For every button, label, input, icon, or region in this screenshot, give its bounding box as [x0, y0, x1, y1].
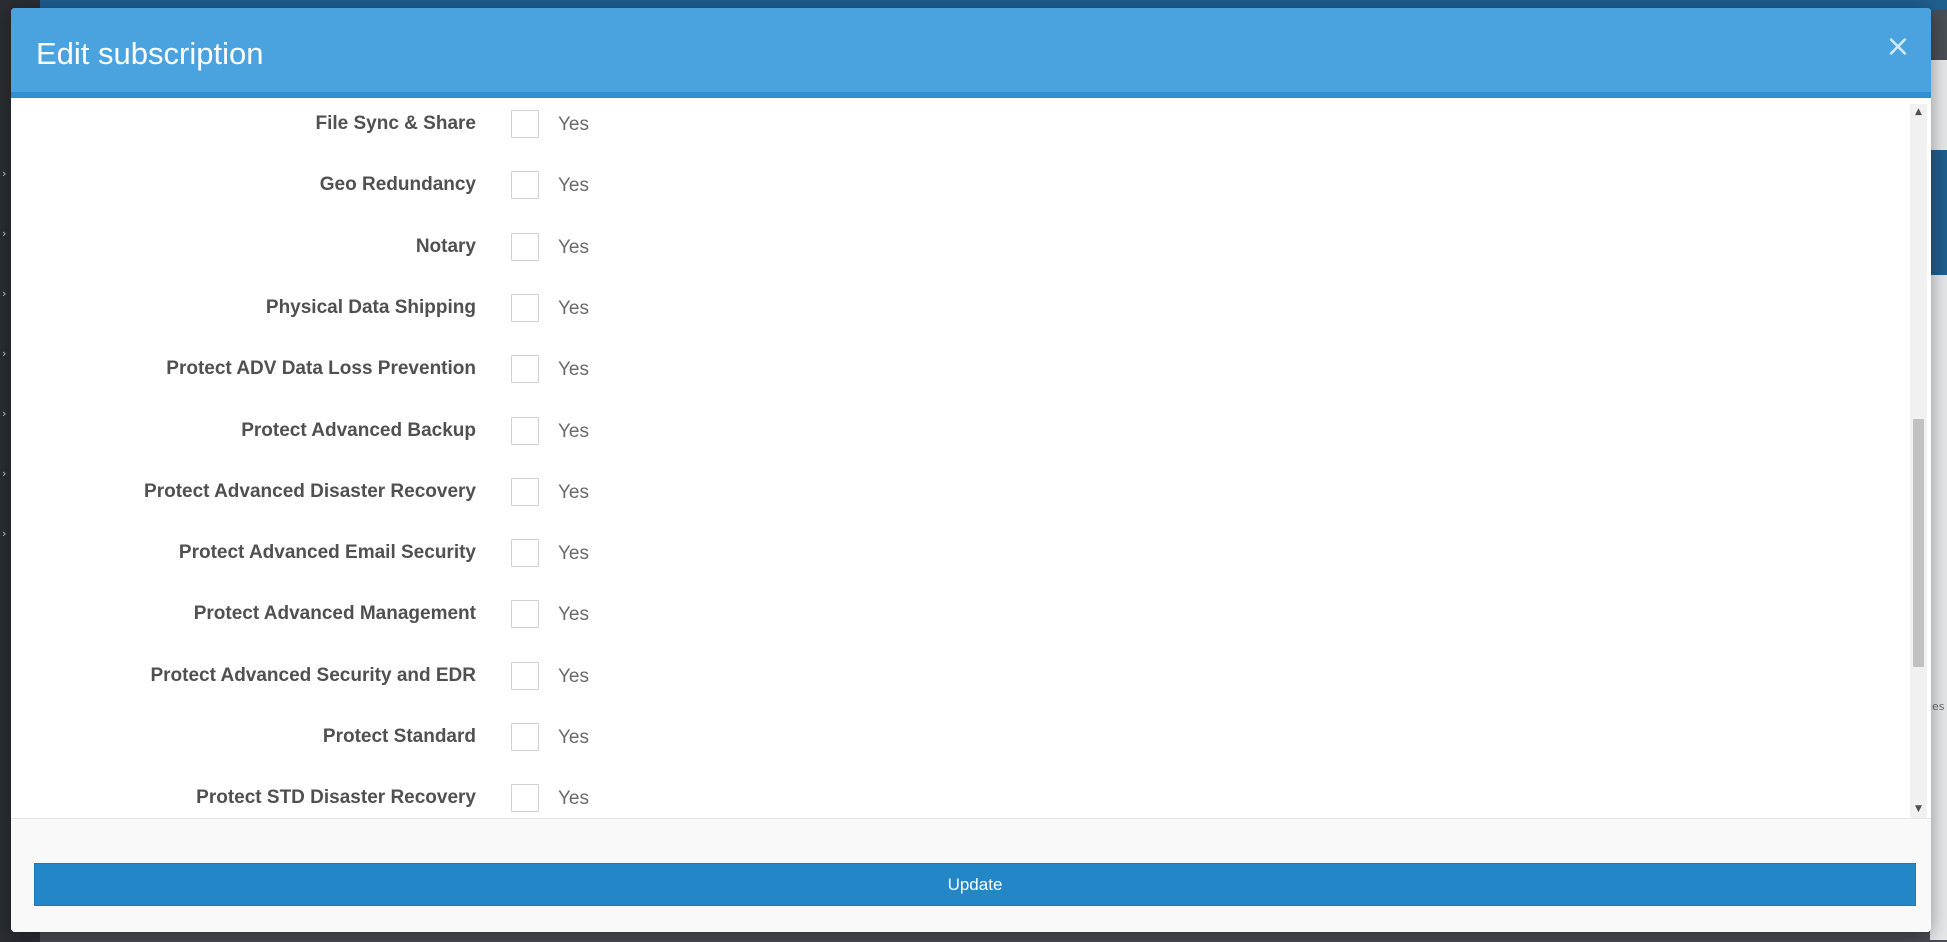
edit-subscription-modal: Edit subscription × File Sync & Share Yes… [11, 8, 1931, 932]
option-row: Protect Advanced Email Security Yes [11, 533, 1909, 573]
option-label: Protect Advanced Security and EDR [150, 664, 476, 686]
close-icon[interactable]: × [1883, 32, 1913, 62]
option-row: Physical Data Shipping Yes [11, 288, 1909, 328]
option-yes-label[interactable]: Yes [558, 604, 589, 626]
option-row: Protect STD Disaster Recovery Yes [11, 778, 1909, 818]
modal-title: Edit subscription [36, 36, 264, 71]
option-label: Protect Advanced Backup [241, 419, 476, 441]
option-label: Physical Data Shipping [265, 296, 476, 318]
option-label: Notary [415, 235, 476, 257]
option-checkbox[interactable] [511, 539, 539, 568]
option-label: Protect ADV Data Loss Prevention [166, 358, 476, 380]
option-row: Protect ADV Data Loss Prevention Yes [11, 349, 1909, 389]
scrollbar[interactable]: ▲ ▼ [1910, 104, 1927, 818]
option-checkbox[interactable] [511, 232, 539, 261]
update-button[interactable]: Update [34, 863, 1916, 906]
option-yes-label[interactable]: Yes [558, 114, 589, 136]
option-checkbox[interactable] [511, 600, 539, 629]
option-label: Protect Advanced Management [193, 603, 476, 625]
option-checkbox[interactable] [511, 723, 539, 751]
option-checkbox[interactable] [511, 171, 539, 200]
option-checkbox[interactable] [511, 355, 539, 384]
option-yes-label[interactable]: Yes [558, 175, 589, 197]
option-row: Protect Advanced Security and EDR Yes [11, 656, 1909, 696]
option-row: Protect Standard Yes [11, 717, 1909, 757]
option-row: Protect Advanced Management Yes [11, 594, 1909, 634]
option-label: Protect Advanced Disaster Recovery [144, 480, 476, 502]
option-yes-label[interactable]: Yes [558, 727, 589, 749]
option-yes-label[interactable]: Yes [558, 666, 589, 688]
option-row: Geo Redundancy Yes [11, 165, 1909, 205]
option-yes-label[interactable]: Yes [558, 788, 589, 810]
option-yes-label[interactable]: Yes [558, 359, 589, 381]
modal-header: Edit subscription × [11, 8, 1931, 98]
background-partial-text: es [1932, 700, 1945, 713]
option-checkbox[interactable] [511, 293, 539, 322]
option-checkbox[interactable] [511, 416, 539, 445]
option-checkbox[interactable] [511, 110, 539, 138]
option-label: Protect Standard [322, 726, 476, 747]
option-checkbox[interactable] [511, 784, 539, 813]
option-row: Notary Yes [11, 227, 1909, 267]
option-row: File Sync & Share Yes [11, 104, 1909, 144]
option-label: Protect Advanced Email Security [178, 542, 476, 564]
scroll-up-icon[interactable]: ▲ [1910, 104, 1927, 121]
scrollbar-thumb[interactable] [1913, 419, 1924, 667]
background-panel-accent [1930, 150, 1947, 275]
option-yes-label[interactable]: Yes [558, 543, 589, 565]
modal-body[interactable]: File Sync & Share Yes Geo Redundancy Yes Not… [11, 104, 1931, 824]
option-yes-label[interactable]: Yes [558, 482, 589, 504]
option-checkbox[interactable] [511, 477, 539, 506]
option-label: File Sync & Share [315, 113, 476, 134]
option-checkbox[interactable] [511, 661, 539, 690]
option-yes-label[interactable]: Yes [558, 237, 589, 259]
option-label: Protect STD Disaster Recovery [196, 787, 476, 809]
option-row: Protect Advanced Backup Yes [11, 411, 1909, 451]
scroll-down-icon[interactable]: ▼ [1910, 801, 1927, 818]
modal-footer: Update [11, 818, 1931, 932]
option-label: Geo Redundancy [319, 174, 476, 196]
option-yes-label[interactable]: Yes [558, 298, 589, 320]
option-yes-label[interactable]: Yes [558, 421, 589, 443]
option-row: Protect Advanced Disaster Recovery Yes [11, 472, 1909, 512]
